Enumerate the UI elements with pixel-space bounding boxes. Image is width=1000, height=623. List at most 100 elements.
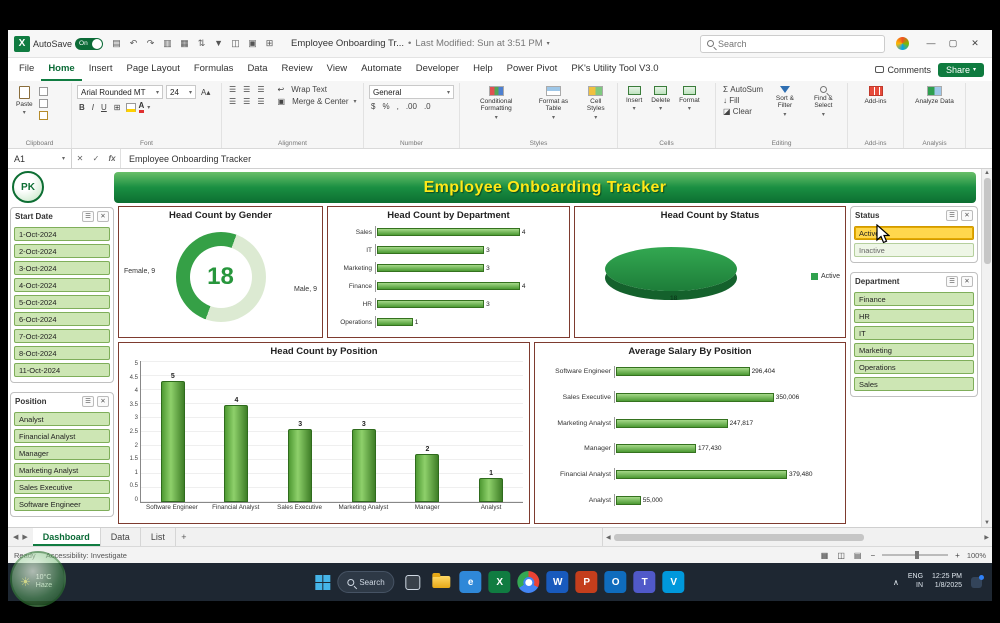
sheet-nav-right-icon[interactable]: ▶ — [22, 533, 27, 541]
bar-marketing[interactable] — [377, 264, 484, 272]
sheet-tab-dashboard[interactable]: Dashboard — [33, 528, 101, 546]
taskbar-search[interactable]: Search — [337, 571, 394, 593]
accessibility-status[interactable]: Accessibility: Investigate — [46, 551, 127, 560]
bar-finance[interactable] — [377, 282, 520, 290]
scroll-up-icon[interactable]: ▲ — [984, 170, 990, 176]
font-size-select[interactable]: 24▾ — [166, 85, 196, 99]
slicer-item-it[interactable]: IT — [854, 326, 974, 340]
slicer-item-11-oct-2024[interactable]: 11-Oct-2024 — [14, 363, 110, 377]
slicer-item-analyst[interactable]: Analyst — [14, 412, 110, 426]
file-explorer-icon[interactable] — [431, 571, 453, 593]
clear-button[interactable]: ◪ Clear — [721, 107, 765, 116]
bar-financial-analyst[interactable] — [616, 470, 787, 479]
ribbon-tab-developer[interactable]: Developer — [409, 58, 466, 81]
horizontal-scrollbar[interactable]: ◀ ▶ — [602, 528, 992, 546]
bar-marketing-analyst[interactable] — [616, 419, 728, 428]
donut-ring[interactable]: 18 — [176, 232, 266, 322]
find-select-button[interactable]: Find & Select▾ — [805, 85, 842, 120]
ribbon-tab-formulas[interactable]: Formulas — [187, 58, 241, 81]
filter-icon[interactable]: ▼ — [212, 38, 225, 49]
underline-button[interactable]: U — [99, 103, 109, 112]
sheet-tab-list[interactable]: List — [141, 528, 176, 546]
slicer-item-1-oct-2024[interactable]: 1-Oct-2024 — [14, 227, 110, 241]
cell-styles-button[interactable]: Cell Styles▾ — [580, 85, 613, 123]
language-indicator[interactable]: ENGIN — [908, 573, 923, 591]
zoom-in-icon[interactable]: + — [953, 551, 962, 560]
name-box[interactable]: A1▾ — [8, 149, 72, 168]
slicer-item-manager[interactable]: Manager — [14, 446, 110, 460]
slicer-clear-filter-icon[interactable]: ✕ — [961, 276, 973, 287]
ribbon-tab-insert[interactable]: Insert — [82, 58, 120, 81]
column-sales-executive[interactable]: 3 — [288, 361, 312, 502]
format-as-table-button[interactable]: Format as Table▾ — [530, 85, 576, 123]
ribbon-tab-help[interactable]: Help — [466, 58, 500, 81]
ribbon-tab-data[interactable]: Data — [240, 58, 274, 81]
slicer-item-operations[interactable]: Operations — [854, 360, 974, 374]
save-icon[interactable]: ▤ — [110, 38, 123, 49]
slicer-clear-filter-icon[interactable]: ✕ — [97, 211, 109, 222]
camera-icon[interactable]: ▣ — [246, 38, 259, 49]
zoom-knob[interactable] — [915, 551, 919, 559]
print-icon[interactable]: ▥ — [161, 38, 174, 49]
borders-icon[interactable]: ⊞ — [112, 103, 123, 112]
delete-cells-button[interactable]: Delete▾ — [648, 85, 673, 114]
column-manager[interactable]: 2 — [415, 361, 439, 502]
bar-sales-executive[interactable] — [616, 393, 774, 402]
accounting-format-icon[interactable]: $ — [369, 102, 377, 111]
hscroll-thumb[interactable] — [614, 534, 864, 541]
align-right-icon[interactable]: ☰ — [255, 97, 266, 106]
excel-icon[interactable]: X — [489, 571, 511, 593]
pie-slice-active[interactable] — [605, 247, 737, 291]
hscroll-left-icon[interactable]: ◀ — [606, 534, 611, 541]
insert-cells-button[interactable]: Insert▾ — [623, 85, 645, 114]
slicer-item-hr[interactable]: HR — [854, 309, 974, 323]
slicer-item-3-oct-2024[interactable]: 3-Oct-2024 — [14, 261, 110, 275]
align-left-icon[interactable]: ☰ — [227, 97, 238, 106]
autosum-button[interactable]: Σ AutoSum — [721, 85, 765, 94]
task-view-icon[interactable] — [402, 571, 424, 593]
slicer-item-finance[interactable]: Finance — [854, 292, 974, 306]
percent-style-icon[interactable]: % — [380, 102, 391, 111]
bold-button[interactable]: B — [77, 103, 87, 112]
sheet-nav-left-icon[interactable]: ◀ — [13, 533, 18, 541]
undo-icon[interactable]: ↶ — [127, 38, 140, 49]
wrap-text-button[interactable]: Wrap Text — [289, 85, 329, 94]
teams-icon[interactable]: T — [634, 571, 656, 593]
sort-filter-button[interactable]: Sort & Filter▾ — [768, 85, 802, 120]
insert-function-icon[interactable]: fx — [104, 154, 120, 163]
merge-center-button[interactable]: Merge & Center — [290, 97, 350, 106]
bar-it[interactable] — [377, 246, 484, 254]
column-software-engineer[interactable]: 5 — [161, 361, 185, 502]
ribbon-tab-pk-s-utility-tool-v3-0[interactable]: PK's Utility Tool V3.0 — [564, 58, 665, 81]
sort-asc-icon[interactable]: ⇅ — [195, 38, 208, 49]
bar-operations[interactable] — [377, 318, 413, 326]
slicer-item-sales-executive[interactable]: Sales Executive — [14, 480, 110, 494]
slicer-item-inactive[interactable]: Inactive — [854, 243, 974, 257]
ribbon-tab-review[interactable]: Review — [275, 58, 320, 81]
start-button[interactable] — [315, 575, 330, 590]
bar-sales[interactable] — [377, 228, 520, 236]
comments-button[interactable]: Comments — [875, 65, 931, 75]
align-bottom-icon[interactable]: ☰ — [255, 85, 266, 94]
slicer-item-sales[interactable]: Sales — [854, 377, 974, 391]
slicer-multiselect-icon[interactable]: ☰ — [946, 210, 958, 221]
slicer-item-4-oct-2024[interactable]: 4-Oct-2024 — [14, 278, 110, 292]
zoom-level[interactable]: 100% — [967, 551, 986, 560]
slicer-item-marketing-analyst[interactable]: Marketing Analyst — [14, 463, 110, 477]
slicer-item-7-oct-2024[interactable]: 7-Oct-2024 — [14, 329, 110, 343]
slicer-item-8-oct-2024[interactable]: 8-Oct-2024 — [14, 346, 110, 360]
bar-manager[interactable] — [616, 444, 696, 453]
powerpoint-icon[interactable]: P — [576, 571, 598, 593]
align-top-icon[interactable]: ☰ — [227, 85, 238, 94]
increase-font-icon[interactable]: A▴ — [199, 88, 212, 97]
copilot-icon[interactable] — [896, 37, 909, 50]
close-button[interactable]: ✕ — [964, 38, 986, 49]
slicer-multiselect-icon[interactable]: ☰ — [82, 396, 94, 407]
page-layout-view-icon[interactable]: ◫ — [835, 551, 847, 560]
align-middle-icon[interactable]: ☰ — [241, 85, 252, 94]
format-painter-icon[interactable] — [39, 111, 48, 120]
slicer-item-marketing[interactable]: Marketing — [854, 343, 974, 357]
cut-icon[interactable] — [39, 87, 48, 96]
sheet-tab-data[interactable]: Data — [101, 528, 141, 546]
slicer-item-5-oct-2024[interactable]: 5-Oct-2024 — [14, 295, 110, 309]
